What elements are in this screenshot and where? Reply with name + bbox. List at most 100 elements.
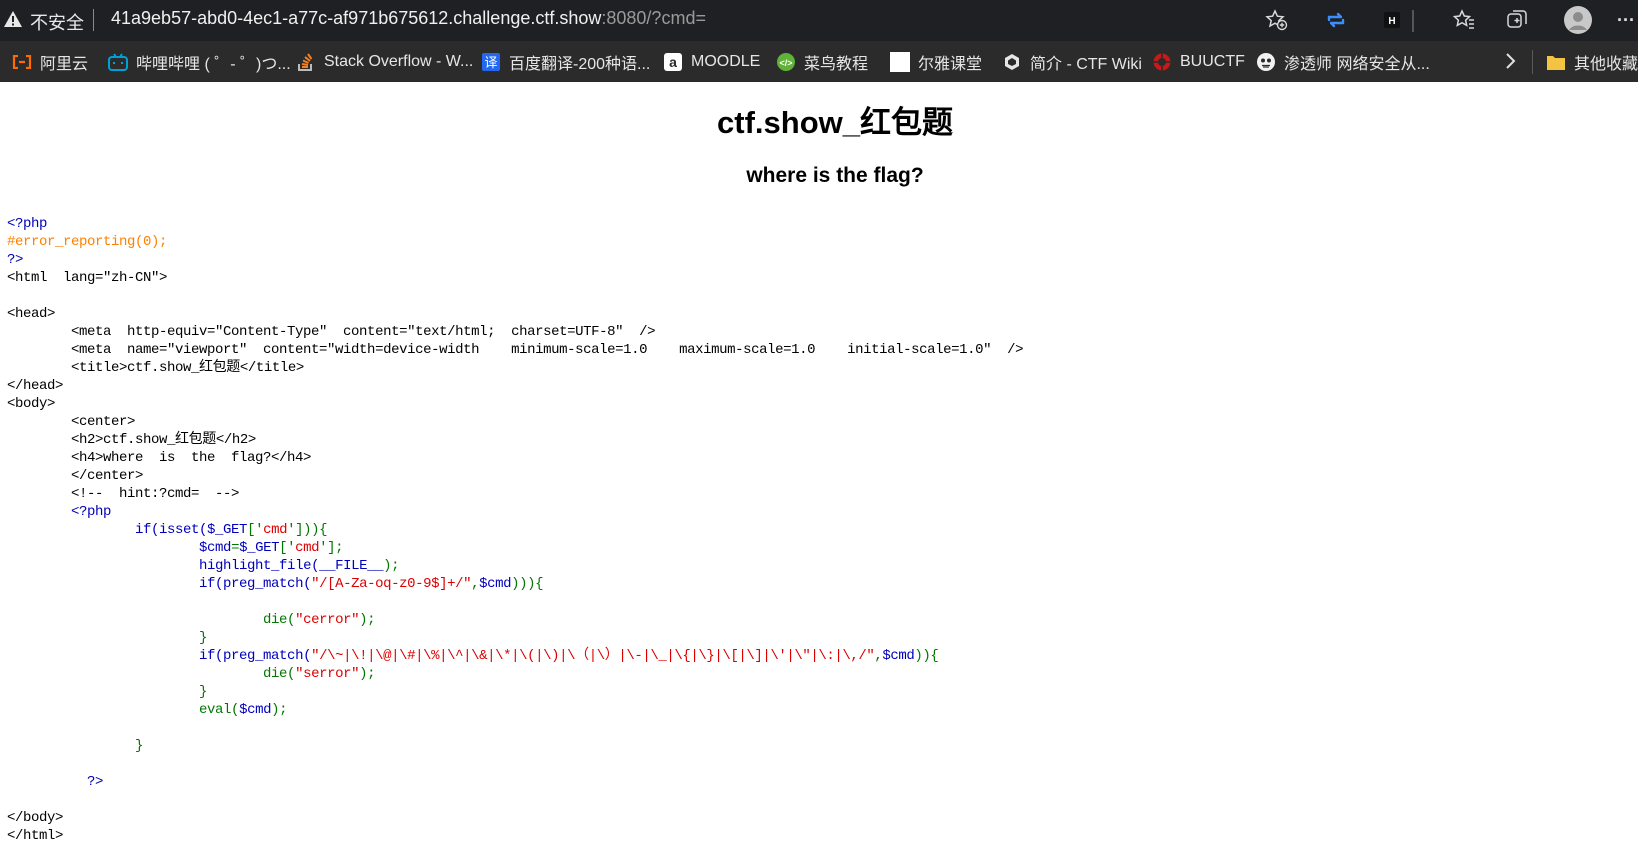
code-token: <?php bbox=[7, 216, 48, 232]
code-token: if(preg_match( bbox=[199, 576, 312, 592]
code-token: = bbox=[231, 540, 240, 556]
bookmark-item[interactable]: 哔哩哔哩 ( ゜- ゜)つ... bbox=[108, 51, 291, 73]
code-token: ']; bbox=[319, 540, 344, 556]
svg-text:H: H bbox=[1388, 16, 1395, 27]
site-insecure-label[interactable]: 不安全 bbox=[30, 9, 84, 35]
code-line: <html lang="zh-CN"> bbox=[7, 269, 1023, 287]
code-line: ?> bbox=[7, 251, 1023, 269]
code-line: <center> bbox=[7, 413, 1023, 431]
bookmarks-overflow-chevron-icon[interactable] bbox=[1504, 50, 1516, 72]
code-line: die("cerror"); bbox=[7, 611, 1023, 629]
url-text[interactable]: 41a9eb57-abd0-4ec1-a77c-af971b675612.cha… bbox=[111, 8, 706, 29]
code-line: die("serror"); bbox=[7, 665, 1023, 683]
code-token: ?> bbox=[87, 774, 104, 790]
code-token: '])){ bbox=[287, 522, 328, 538]
bookmark-label: 阿里云 bbox=[40, 56, 89, 73]
code-line: <?php bbox=[7, 215, 1023, 233]
bookmark-label: 菜鸟教程 bbox=[804, 56, 869, 73]
bookmark-item[interactable]: BUUCTF bbox=[1152, 51, 1245, 73]
collections-icon[interactable] bbox=[1503, 6, 1531, 34]
bookmark-item[interactable]: 简介 - CTF Wiki bbox=[1002, 51, 1142, 73]
code-line: if(isset($_GET['cmd'])){ bbox=[7, 521, 1023, 539]
profile-avatar[interactable] bbox=[1562, 4, 1594, 36]
runoob-icon: </> bbox=[776, 52, 796, 72]
sync-extension-icon[interactable] bbox=[1322, 6, 1350, 34]
toolbar-divider bbox=[1412, 10, 1414, 32]
code-line: </html> bbox=[7, 827, 1023, 845]
extension-icon[interactable]: H bbox=[1378, 6, 1406, 34]
bookmark-item[interactable]: 阿里云 bbox=[12, 51, 88, 73]
code-line: <!-- hint:?cmd= --> bbox=[7, 485, 1023, 503]
code-token: <head> bbox=[7, 306, 56, 322]
bilibili-icon bbox=[108, 52, 128, 72]
other-bookmarks-button[interactable]: 其他收藏 bbox=[1546, 51, 1638, 73]
bookmark-item[interactable]: 渗透师 网络安全从... bbox=[1256, 51, 1430, 73]
code-line: eval($cmd); bbox=[7, 701, 1023, 719]
bookmark-item[interactable]: 尔雅课堂 bbox=[890, 51, 982, 73]
bookmark-label: Stack Overflow - W... bbox=[324, 53, 474, 70]
code-token: [' bbox=[247, 522, 264, 538]
bookmark-item[interactable]: a MOODLE bbox=[663, 51, 760, 73]
code-token: ); bbox=[271, 702, 288, 718]
code-token: <body> bbox=[7, 396, 56, 412]
code-token: } bbox=[199, 684, 208, 700]
code-line: </head> bbox=[7, 377, 1023, 395]
bookmark-item[interactable]: Stack Overflow - W... bbox=[296, 51, 473, 73]
favorites-icon[interactable] bbox=[1450, 6, 1478, 34]
code-line: <meta name="viewport" content="width=dev… bbox=[7, 341, 1024, 359]
code-token: <html lang="zh-CN"> bbox=[7, 270, 168, 286]
code-token: eval( bbox=[199, 702, 240, 718]
code-token: #error_reporting(0); bbox=[7, 234, 168, 250]
pentest-icon bbox=[1256, 52, 1276, 72]
svg-text:</>: </> bbox=[779, 58, 792, 68]
more-menu-icon[interactable]: ··· bbox=[1615, 6, 1637, 34]
highlighted-source-code: <?php #error_reporting(0); ?> <html lang="z… bbox=[7, 215, 1024, 845]
code-token: <meta name="viewport" content="width=dev… bbox=[7, 342, 1024, 358]
code-line: <h4>where is the flag?</h4> bbox=[7, 449, 1023, 467]
address-bar[interactable]: 不安全 41a9eb57-abd0-4ec1-a77c-af971b675612… bbox=[0, 0, 1638, 41]
moodle-icon: a bbox=[663, 52, 683, 72]
code-token: )){ bbox=[914, 648, 939, 664]
page-subtitle: where is the flag? bbox=[746, 164, 924, 187]
page-title: ctf.show_红包题 bbox=[717, 105, 953, 140]
url-path: :8080/?cmd= bbox=[601, 8, 706, 28]
code-line: #error_reporting(0); bbox=[7, 233, 1023, 251]
code-line: } bbox=[7, 683, 1023, 701]
code-token: <meta http-equiv="Content-Type" content=… bbox=[7, 324, 656, 340]
add-favorite-icon[interactable] bbox=[1262, 6, 1290, 34]
bookmark-item[interactable]: 译 百度翻译-200种语... bbox=[481, 51, 650, 73]
code-line: } bbox=[7, 737, 1023, 755]
baidu-translate-icon: 译 bbox=[481, 52, 501, 72]
page-icon bbox=[890, 52, 910, 72]
code-token: [' bbox=[279, 540, 296, 556]
code-token: "/\~|\!|\@|\#|\%|\^|\&|\*|\(|\)|\（|\）|\-… bbox=[311, 648, 875, 664]
code-line: <title>ctf.show_红包题</title> bbox=[7, 359, 1023, 377]
code-token: cmd bbox=[295, 540, 320, 556]
code-line: } bbox=[7, 629, 1023, 647]
ctfwiki-icon bbox=[1002, 52, 1022, 72]
code-token: if(preg_match( bbox=[199, 648, 312, 664]
code-token: ); bbox=[383, 558, 400, 574]
code-token: $cmd bbox=[882, 648, 915, 664]
code-token: ?> bbox=[7, 252, 24, 268]
code-token: if(isset( bbox=[135, 522, 208, 538]
code-line: </body> bbox=[7, 809, 1023, 827]
code-token: $cmd bbox=[199, 540, 232, 556]
code-line: ?> bbox=[7, 773, 1023, 791]
divider bbox=[93, 9, 94, 31]
bookmark-item[interactable]: </> 菜鸟教程 bbox=[776, 51, 868, 73]
code-token: <?php bbox=[71, 504, 112, 520]
code-token: , bbox=[471, 576, 480, 592]
code-token: __FILE__ bbox=[319, 558, 384, 574]
warning-icon[interactable] bbox=[3, 9, 23, 29]
folder-icon bbox=[1546, 52, 1566, 72]
